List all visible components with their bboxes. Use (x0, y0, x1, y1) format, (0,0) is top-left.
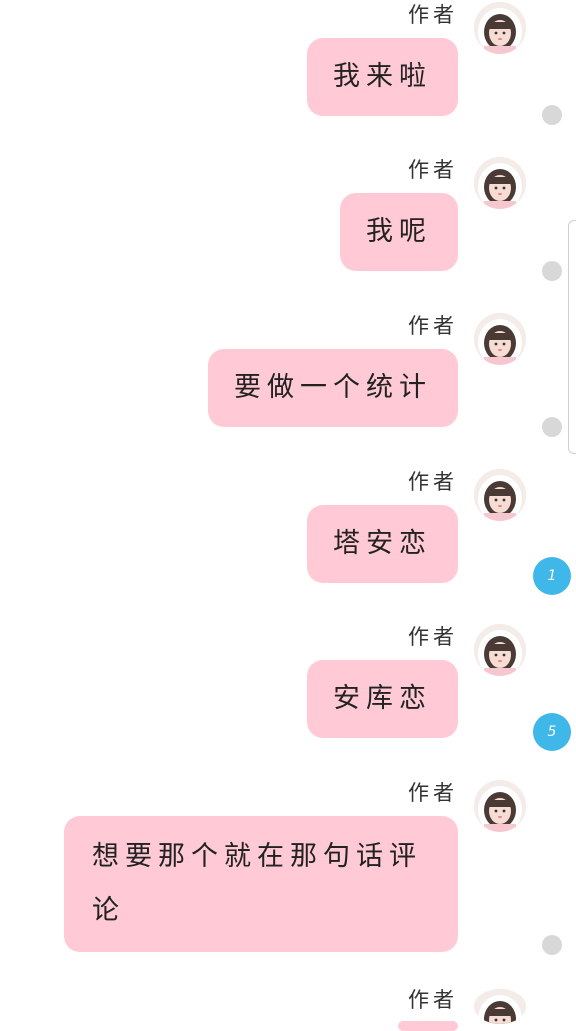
status-badge (542, 417, 562, 437)
avatar[interactable] (474, 624, 526, 676)
message-bubble[interactable]: 我来啦 (307, 38, 458, 116)
message-bubble[interactable]: 塔安恋 (307, 505, 458, 583)
message-bubble[interactable]: 我呢 (340, 193, 458, 271)
scrollbar[interactable] (568, 220, 576, 454)
message-bubble[interactable]: 想要那个就在那句话评论 (64, 816, 458, 952)
sender-name: 作者 (408, 3, 458, 27)
status-badge (542, 105, 562, 125)
message-bubble[interactable]: 要做一个统计 (208, 349, 458, 427)
avatar[interactable] (474, 157, 526, 209)
sender-name: 作者 (408, 781, 458, 805)
avatar[interactable] (474, 989, 526, 1024)
girl-avatar-icon (474, 313, 526, 365)
comment-count-badge[interactable]: 1 (533, 557, 571, 595)
sender-name: 作者 (408, 625, 458, 649)
girl-avatar-icon (474, 780, 526, 832)
sender-name: 作者 (408, 314, 458, 338)
status-badge (542, 261, 562, 281)
girl-avatar-icon (474, 2, 526, 54)
avatar[interactable] (474, 2, 526, 54)
girl-avatar-icon (474, 624, 526, 676)
sender-name: 作者 (408, 470, 458, 494)
girl-avatar-icon (474, 157, 526, 209)
message-bubble[interactable] (398, 1021, 458, 1031)
girl-avatar-icon (474, 469, 526, 521)
message-bubble[interactable]: 安库恋 (307, 660, 458, 738)
sender-name: 作者 (408, 988, 458, 1012)
sender-name: 作者 (408, 158, 458, 182)
girl-avatar-icon (474, 989, 526, 1024)
avatar[interactable] (474, 313, 526, 365)
avatar[interactable] (474, 469, 526, 521)
status-badge (542, 935, 562, 955)
avatar[interactable] (474, 780, 526, 832)
comment-count-badge[interactable]: 5 (533, 713, 571, 751)
